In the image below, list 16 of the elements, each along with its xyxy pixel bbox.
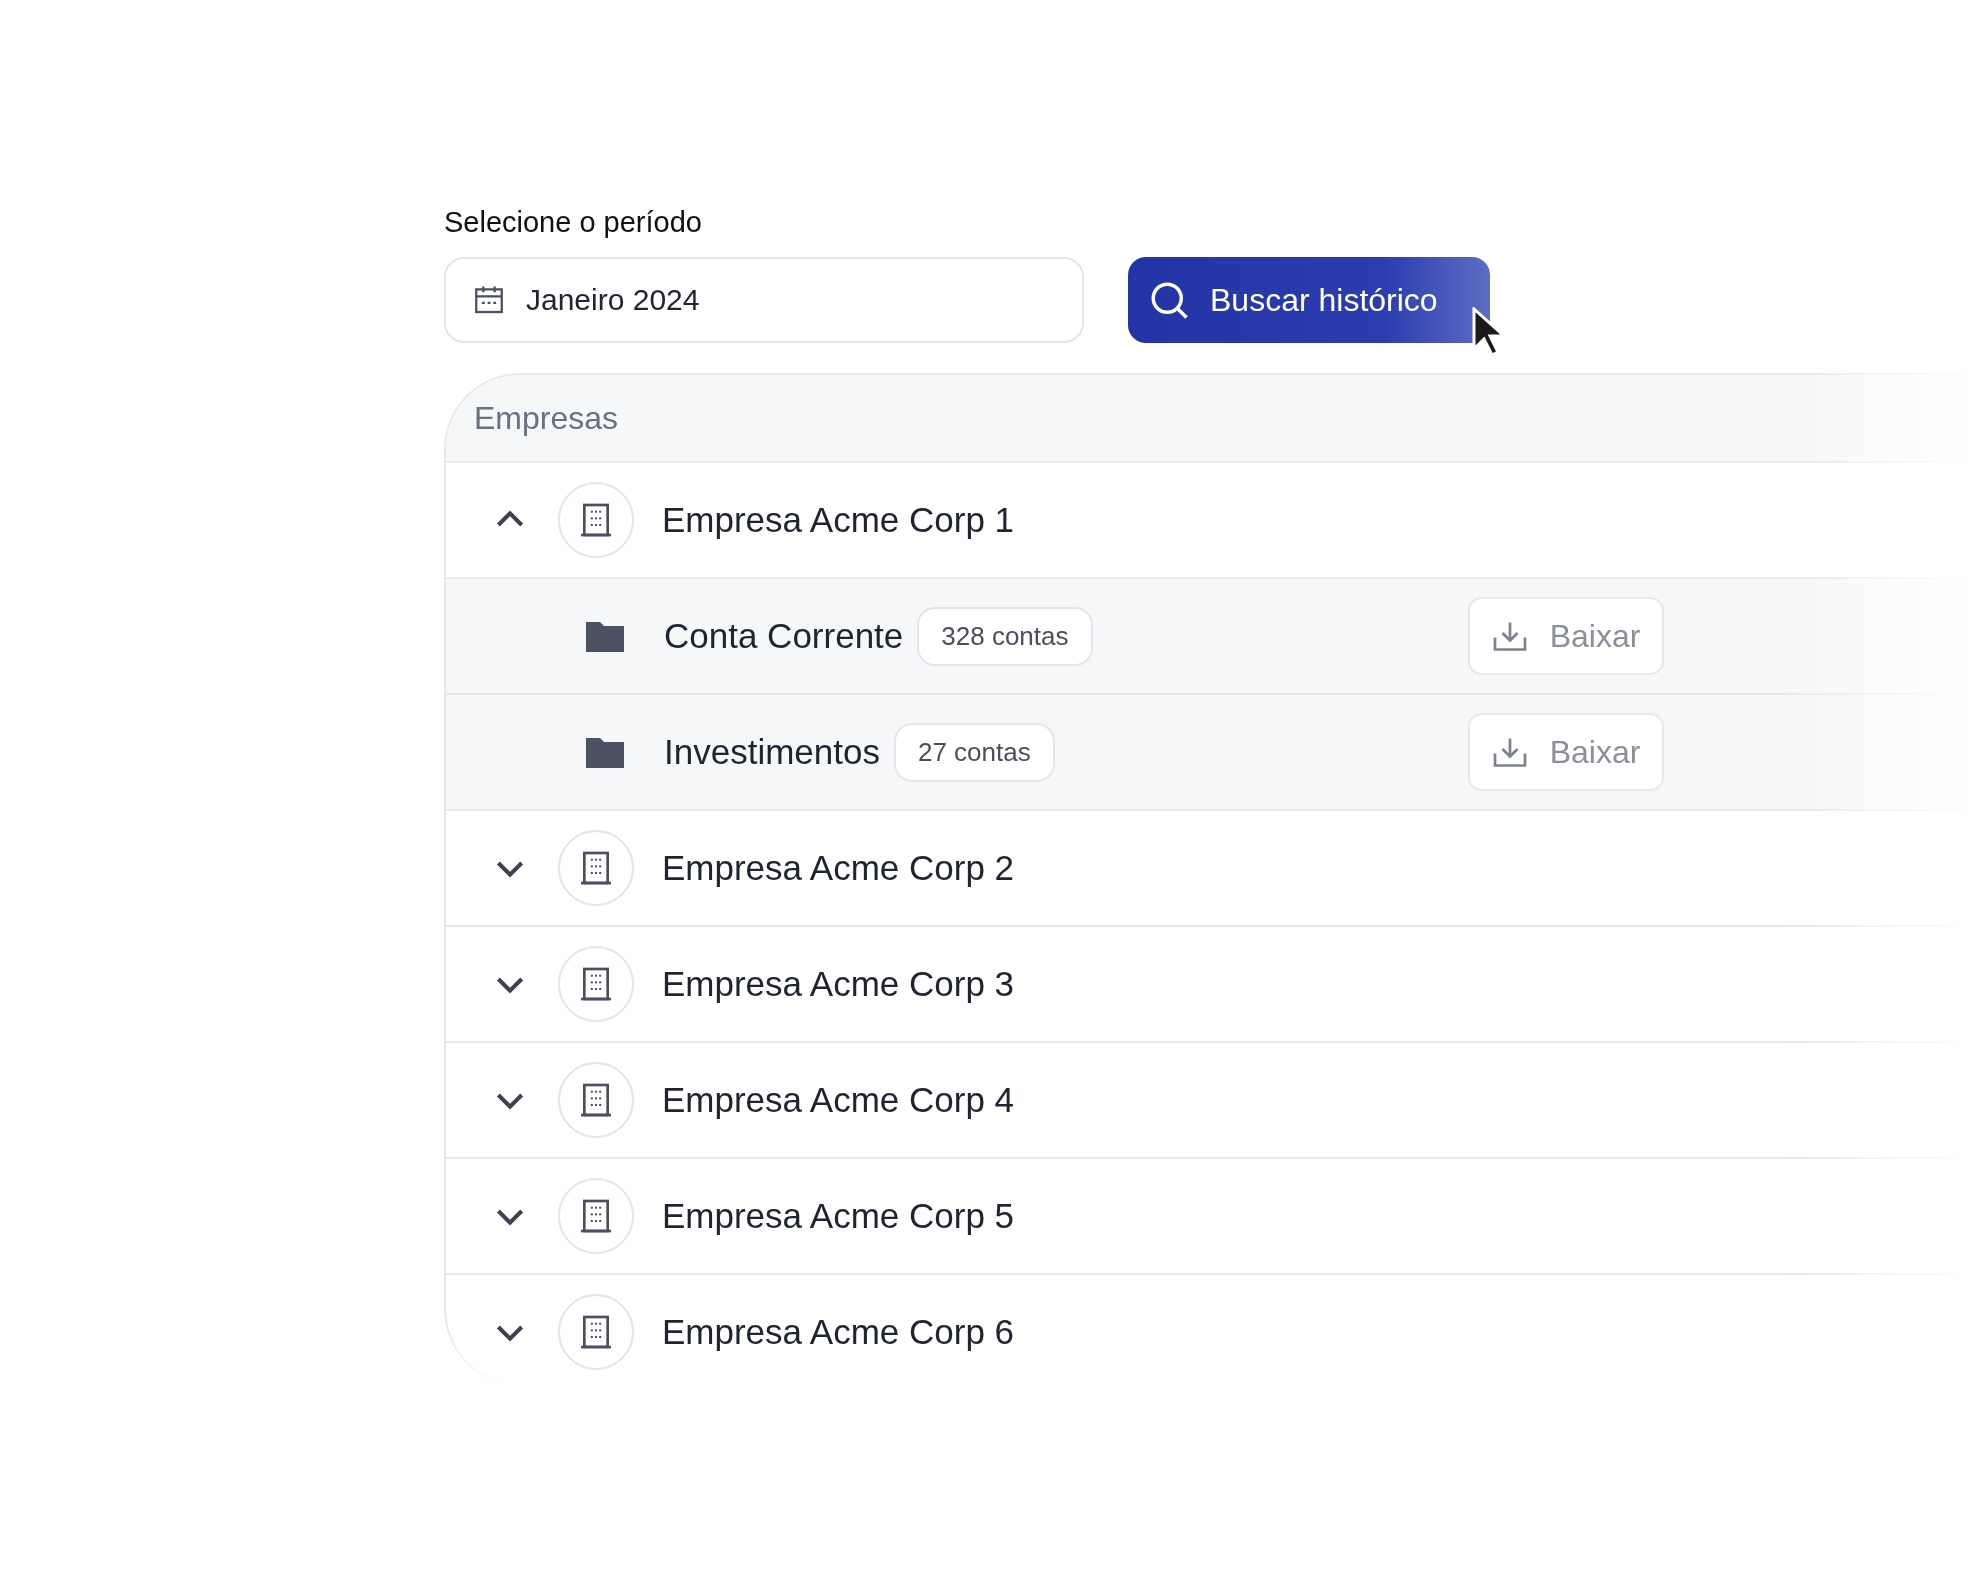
company-name: Empresa Acme Corp 6: [662, 1312, 1015, 1352]
company-name: Empresa Acme Corp 1: [662, 500, 1015, 540]
folder-icon: [586, 736, 624, 768]
account-name: Investimentos: [664, 732, 880, 772]
company-name: Empresa Acme Corp 2: [662, 848, 1015, 888]
account-name: Conta Corrente: [664, 616, 904, 656]
company-name: Empresa Acme Corp 4: [662, 1080, 1015, 1120]
count-badge: 328 contas: [917, 606, 1093, 666]
search-button[interactable]: Buscar histórico: [1128, 257, 1490, 343]
company-name: Empresa Acme Corp 3: [662, 964, 1015, 1004]
date-field[interactable]: Janeiro 2024: [444, 257, 1084, 343]
count-badge: 27 contas: [893, 722, 1055, 782]
column-header: Empresas: [474, 399, 619, 437]
company-name: Empresa Acme Corp 5: [662, 1196, 1015, 1236]
period-label: Selecione o período: [444, 206, 703, 239]
folder-icon: [586, 620, 624, 652]
